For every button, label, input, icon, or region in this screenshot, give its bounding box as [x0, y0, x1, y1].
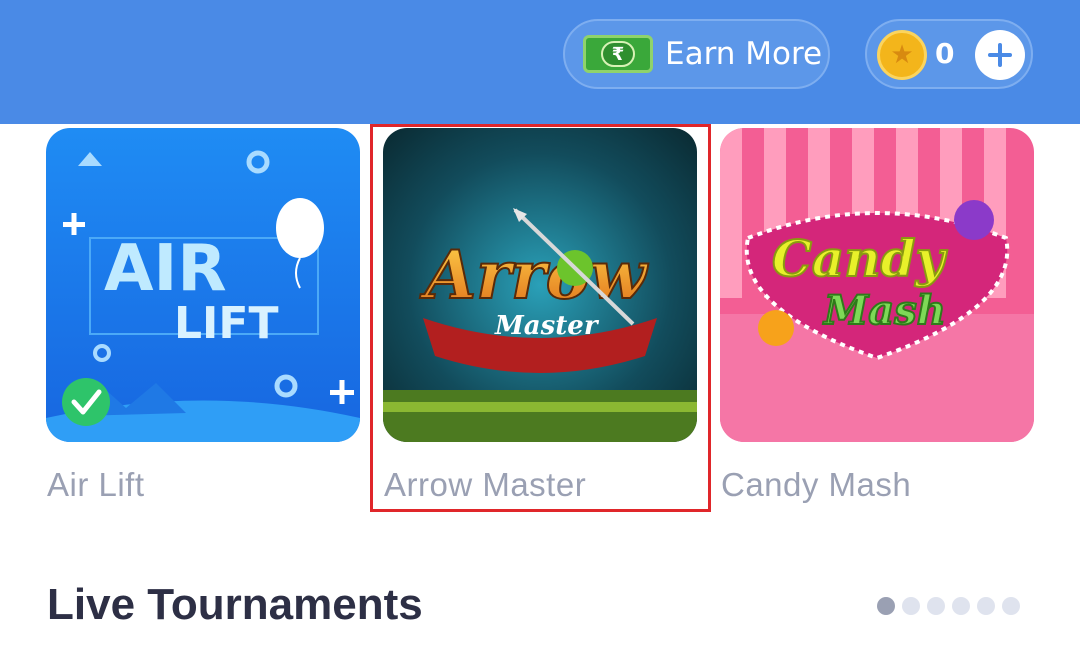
- art-text-air: AIR: [104, 232, 227, 306]
- art-text-lift: LIFT: [174, 298, 278, 349]
- page-dot-6[interactable]: [1002, 597, 1020, 615]
- selection-highlight: [370, 124, 711, 512]
- page-dot-4[interactable]: [952, 597, 970, 615]
- coin-balance[interactable]: ★ 0: [865, 19, 1033, 89]
- air-lift-artwork: AIR LIFT: [46, 128, 360, 442]
- cash-icon: ₹: [583, 35, 653, 73]
- page-dot-2[interactable]: [902, 597, 920, 615]
- art-text-candy: Candy: [772, 229, 948, 288]
- game-title-candy-mash[interactable]: Candy Mash: [721, 466, 911, 504]
- art-text-mash: Mash: [822, 287, 946, 334]
- earn-more-button[interactable]: ₹ Earn More: [563, 19, 830, 89]
- page-dot-3[interactable]: [927, 597, 945, 615]
- candy-mash-artwork: Candy Mash: [720, 128, 1034, 442]
- add-coins-button[interactable]: [975, 30, 1025, 80]
- carousel-pagination: [877, 597, 1020, 615]
- coin-star-icon: ★: [877, 30, 927, 80]
- earn-more-label: Earn More: [665, 36, 823, 72]
- coin-count: 0: [935, 37, 955, 70]
- game-card-air-lift[interactable]: AIR LIFT: [46, 128, 360, 442]
- page-dot-1[interactable]: [877, 597, 895, 615]
- rupee-symbol: ₹: [601, 41, 635, 67]
- game-card-candy-mash[interactable]: Candy Mash: [720, 128, 1034, 442]
- section-title-live-tournaments: Live Tournaments: [47, 580, 423, 629]
- game-title-air-lift[interactable]: Air Lift: [47, 466, 145, 504]
- plus-icon: [988, 43, 1012, 67]
- top-bar: ₹ Earn More ★ 0: [0, 0, 1080, 124]
- page-dot-5[interactable]: [977, 597, 995, 615]
